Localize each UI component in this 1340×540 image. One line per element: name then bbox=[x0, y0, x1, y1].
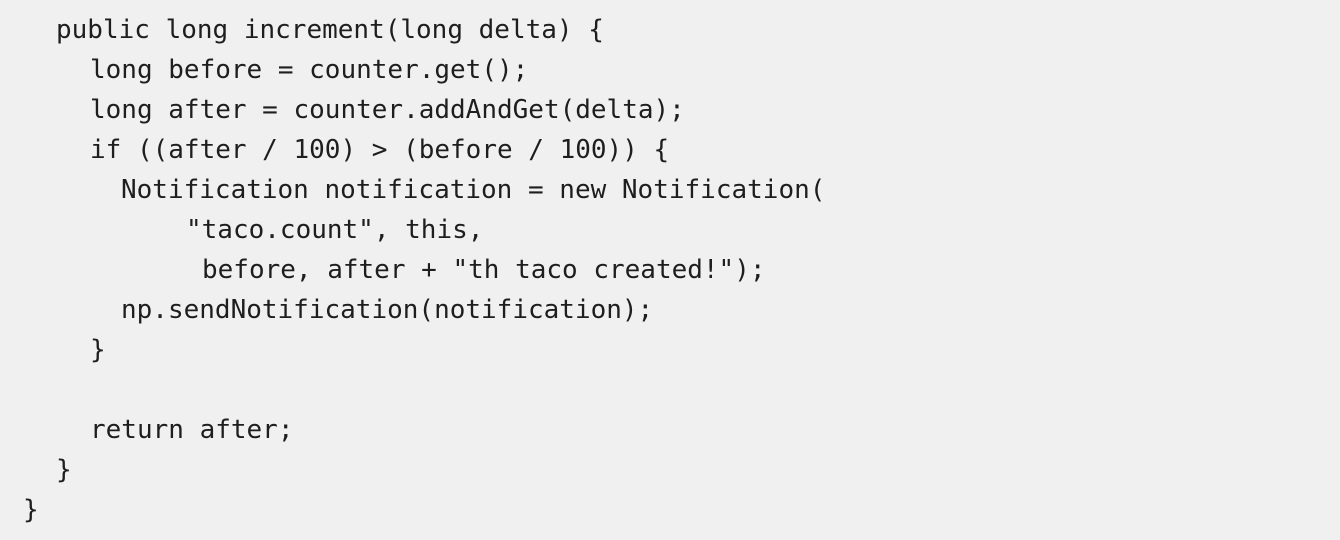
code-lines: public long increment(long delta) { long… bbox=[0, 10, 1340, 530]
code-line-notification-args-1: "taco.count", this, bbox=[186, 215, 484, 245]
code-line-if-condition: if ((after / 100) > (before / 100)) { bbox=[90, 135, 670, 165]
code-line-notification-args-2: before, after + "th taco created!"); bbox=[202, 255, 766, 285]
code-line-before-assignment: long before = counter.get(); bbox=[90, 55, 529, 85]
code-line-class-close-brace: } bbox=[23, 495, 39, 525]
code-line-after-assignment: long after = counter.addAndGet(delta); bbox=[90, 95, 685, 125]
code-line-return: return after; bbox=[90, 415, 294, 445]
code-block: public long increment(long delta) { long… bbox=[0, 0, 1340, 540]
code-line-method-signature: public long increment(long delta) { bbox=[56, 15, 604, 45]
code-line-notification-declaration: Notification notification = new Notifica… bbox=[121, 175, 826, 205]
code-line-method-close-brace: } bbox=[56, 455, 72, 485]
code-line-if-close-brace: } bbox=[90, 335, 106, 365]
code-line-send-notification: np.sendNotification(notification); bbox=[121, 295, 654, 325]
